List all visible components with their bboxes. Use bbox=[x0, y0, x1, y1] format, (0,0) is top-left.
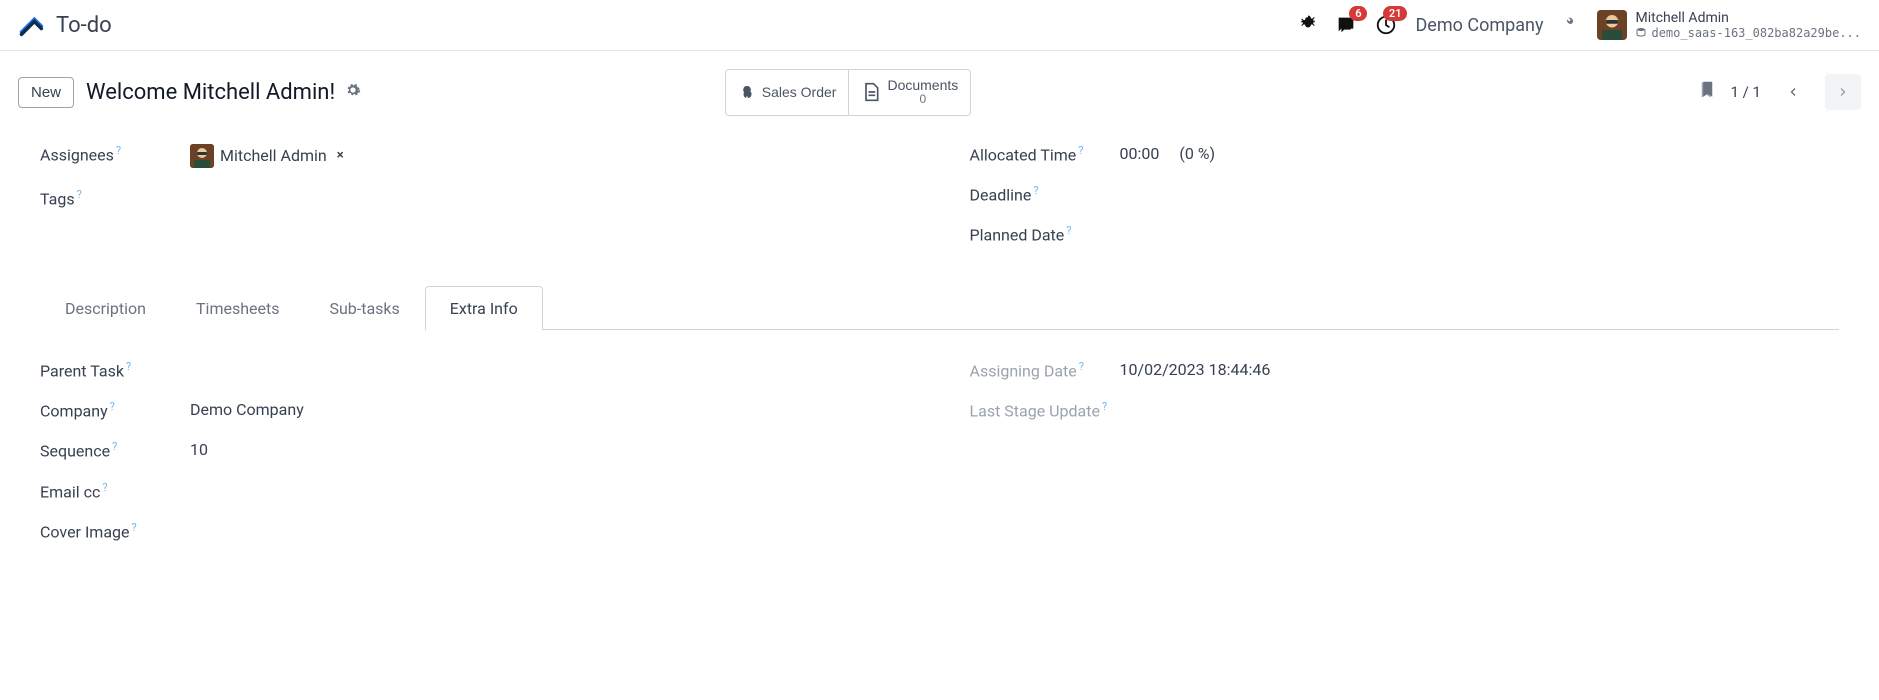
help-icon[interactable]: ? bbox=[126, 360, 131, 373]
help-icon[interactable]: ? bbox=[1102, 400, 1107, 413]
topbar: To-do 6 21 Demo Company Mitchell Admin d… bbox=[0, 0, 1879, 51]
help-icon[interactable]: ? bbox=[116, 144, 121, 157]
control-panel: New Welcome Mitchell Admin! Sales Order … bbox=[0, 51, 1879, 134]
tools-icon[interactable] bbox=[1561, 14, 1579, 36]
allocated-time-value: 00:00 bbox=[1120, 144, 1160, 163]
assigning-date-value: 10/02/2023 18:44:46 bbox=[1120, 360, 1271, 379]
help-icon[interactable]: ? bbox=[1078, 144, 1083, 157]
avatar bbox=[190, 144, 214, 168]
help-icon[interactable]: ? bbox=[132, 521, 137, 534]
company-label: Company bbox=[40, 401, 108, 420]
activities-button[interactable]: 21 bbox=[1375, 14, 1397, 36]
tags-label: Tags bbox=[40, 189, 75, 208]
sequence-field[interactable]: 10 bbox=[190, 440, 208, 459]
help-icon[interactable]: ? bbox=[77, 188, 82, 201]
messages-badge: 6 bbox=[1349, 6, 1367, 21]
documents-count: 0 bbox=[887, 93, 958, 106]
email-cc-label: Email cc bbox=[40, 482, 100, 501]
documents-button[interactable]: Documents 0 bbox=[849, 69, 971, 116]
bookmark-icon[interactable] bbox=[1698, 79, 1716, 105]
tab-description[interactable]: Description bbox=[40, 286, 171, 330]
planned-date-label: Planned Date bbox=[970, 226, 1065, 245]
allocated-time-pct: (0 %) bbox=[1179, 144, 1215, 163]
help-icon[interactable]: ? bbox=[102, 481, 107, 494]
prev-button[interactable] bbox=[1775, 74, 1811, 110]
app-icon[interactable] bbox=[18, 11, 46, 39]
allocated-time-label: Allocated Time bbox=[970, 145, 1077, 164]
pager[interactable]: 1 / 1 bbox=[1730, 83, 1761, 101]
next-button[interactable] bbox=[1825, 74, 1861, 110]
assigning-date-label: Assigning Date bbox=[970, 361, 1077, 380]
parent-task-label: Parent Task bbox=[40, 361, 124, 380]
form-sheet: Assignees? Mitchell Admin × Tags? Alloca… bbox=[0, 134, 1879, 592]
allocated-time-field[interactable]: 00:00 (0 %) bbox=[1120, 144, 1216, 163]
assignee-chip[interactable]: Mitchell Admin × bbox=[190, 144, 344, 168]
help-icon[interactable]: ? bbox=[112, 440, 117, 453]
new-button[interactable]: New bbox=[18, 77, 74, 108]
avatar bbox=[1597, 10, 1627, 40]
company-field[interactable]: Demo Company bbox=[190, 400, 304, 419]
help-icon[interactable]: ? bbox=[110, 400, 115, 413]
notebook-tabs: Description Timesheets Sub-tasks Extra I… bbox=[40, 285, 1839, 330]
deadline-label: Deadline bbox=[970, 185, 1032, 204]
debug-icon[interactable] bbox=[1299, 14, 1317, 36]
help-icon[interactable]: ? bbox=[1066, 224, 1071, 237]
app-title[interactable]: To-do bbox=[56, 13, 112, 38]
help-icon[interactable]: ? bbox=[1033, 184, 1038, 197]
sales-order-label: Sales Order bbox=[762, 84, 837, 100]
messages-button[interactable]: 6 bbox=[1335, 14, 1357, 36]
cover-image-label: Cover Image bbox=[40, 522, 130, 541]
activities-badge: 21 bbox=[1383, 6, 1408, 21]
tab-extra-info[interactable]: Extra Info bbox=[425, 286, 543, 330]
gear-icon[interactable] bbox=[345, 82, 361, 102]
database-name: demo_saas-163_082ba82a29be... bbox=[1635, 26, 1861, 40]
company-switcher[interactable]: Demo Company bbox=[1415, 15, 1543, 36]
documents-label: Documents bbox=[887, 78, 958, 93]
user-menu[interactable]: Mitchell Admin demo_saas-163_082ba82a29b… bbox=[1597, 10, 1861, 40]
sales-order-button[interactable]: Sales Order bbox=[725, 69, 850, 116]
assignee-name: Mitchell Admin bbox=[220, 146, 327, 165]
tab-timesheets[interactable]: Timesheets bbox=[171, 286, 304, 330]
tab-subtasks[interactable]: Sub-tasks bbox=[304, 286, 424, 330]
assignees-label: Assignees bbox=[40, 145, 114, 164]
remove-tag-icon[interactable]: × bbox=[337, 148, 344, 163]
breadcrumb-title[interactable]: Welcome Mitchell Admin! bbox=[86, 80, 335, 105]
help-icon[interactable]: ? bbox=[1079, 360, 1084, 373]
user-name: Mitchell Admin bbox=[1635, 10, 1861, 26]
last-stage-label: Last Stage Update bbox=[970, 401, 1100, 420]
sequence-label: Sequence bbox=[40, 442, 110, 461]
